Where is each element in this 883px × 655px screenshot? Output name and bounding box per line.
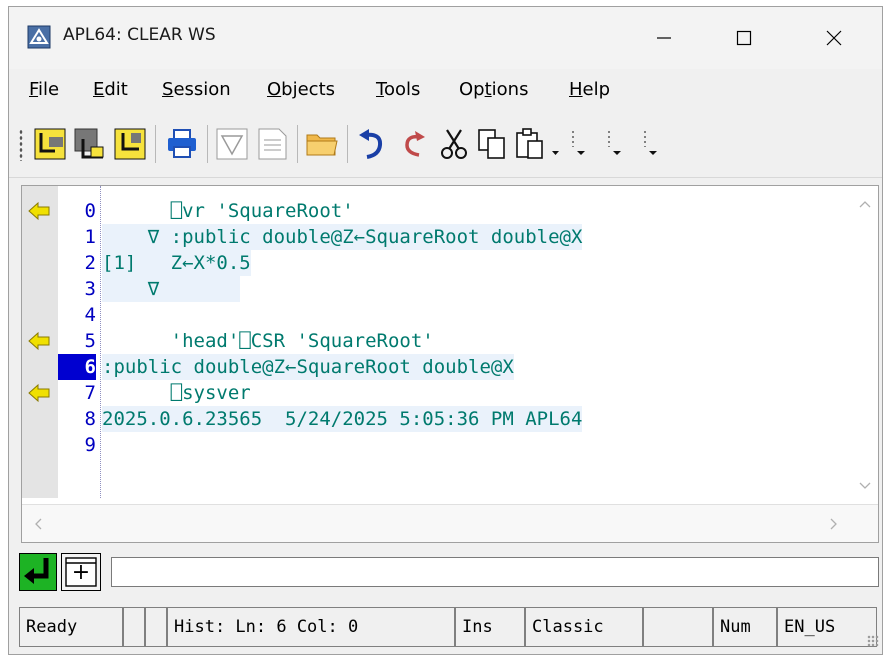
vertical-scrollbar[interactable]: [852, 186, 878, 498]
status-ready: Ready: [19, 607, 123, 647]
scroll-up-icon[interactable]: [859, 200, 871, 208]
session-line[interactable]: 8 2025.0.6.23565 5/24/2025 5:05:36 PM AP…: [22, 406, 842, 432]
session-line[interactable]: 0 ⎕vr 'SquareRoot': [22, 198, 842, 224]
horizontal-scrollbar[interactable]: [22, 504, 878, 542]
status-locale[interactable]: EN_US: [777, 607, 877, 647]
line-text[interactable]: ∇: [102, 276, 240, 302]
line-number: 5: [84, 330, 96, 352]
menu-session[interactable]: Session: [162, 79, 231, 100]
toolbar-separator: [207, 125, 208, 163]
paste-icon[interactable]: [513, 127, 547, 161]
line-text[interactable]: ∇ :public double@Z←SquareRoot double@X: [102, 224, 583, 250]
redo-icon[interactable]: [397, 127, 431, 161]
title-bar[interactable]: APL64: CLEAR WS: [9, 7, 882, 69]
menu-options[interactable]: Options: [459, 79, 528, 100]
outdent-icon[interactable]: [73, 127, 107, 161]
apl64-app-icon: [27, 25, 51, 49]
menu-objects[interactable]: Objects: [267, 79, 335, 100]
undo-icon[interactable]: [355, 127, 389, 161]
toolbar-separator: [297, 125, 298, 163]
minimize-icon: [657, 37, 671, 39]
cut-icon[interactable]: [437, 127, 471, 161]
close-button[interactable]: [799, 7, 869, 69]
dropdown-3-icon[interactable]: [601, 127, 635, 161]
bookmark-icon[interactable]: [27, 382, 53, 404]
session-line[interactable]: 2 [1] Z←X*0.5: [22, 250, 842, 276]
status-blank: [123, 607, 145, 647]
line-text[interactable]: 'head'⎕CSR 'SquareRoot': [102, 328, 434, 354]
toolbar: [9, 111, 882, 178]
app-window: APL64: CLEAR WS File Edit Session Object…: [8, 6, 883, 655]
add-button[interactable]: +: [61, 553, 101, 591]
dropdown-4-icon[interactable]: [637, 127, 671, 161]
input-bar: +: [19, 553, 881, 593]
maximize-button[interactable]: [709, 7, 779, 69]
session-line[interactable]: 5 'head'⎕CSR 'SquareRoot': [22, 328, 842, 354]
line-text[interactable]: 2025.0.6.23565 5/24/2025 5:05:36 PM APL6…: [102, 406, 583, 432]
line-number: 8: [84, 408, 96, 430]
maximize-icon: [736, 30, 752, 46]
close-icon: [826, 30, 842, 46]
menu-bar: File Edit Session Objects Tools Options …: [9, 69, 882, 109]
session-line[interactable]: 1 ∇ :public double@Z←SquareRoot double@X: [22, 224, 842, 250]
line-text[interactable]: ⎕vr 'SquareRoot': [102, 198, 354, 224]
print-icon[interactable]: [165, 127, 199, 161]
plus-label: +: [71, 560, 91, 585]
status-blank: [145, 607, 167, 647]
toolbar-separator: [347, 125, 348, 163]
status-insert-mode[interactable]: Ins: [455, 607, 525, 647]
line-number: 9: [84, 434, 96, 456]
status-keyboard-style[interactable]: Classic: [525, 607, 643, 647]
status-position: Hist: Ln: 6 Col: 0: [167, 607, 455, 647]
execute-button[interactable]: [19, 553, 57, 591]
line-text[interactable]: ⎕sysver: [102, 380, 251, 406]
step-icon[interactable]: [113, 127, 147, 161]
session-line[interactable]: 9: [22, 432, 842, 458]
minimize-button[interactable]: [629, 7, 699, 69]
indent-icon[interactable]: [33, 127, 67, 161]
menu-tools[interactable]: Tools: [376, 79, 420, 100]
bookmark-icon[interactable]: [27, 330, 53, 352]
menu-file[interactable]: File: [29, 79, 59, 100]
copy-icon[interactable]: [475, 127, 509, 161]
line-number: 3: [84, 278, 96, 300]
line-number: 7: [84, 382, 96, 404]
dropdown-2-icon[interactable]: [565, 127, 599, 161]
status-num-lock: Num: [713, 607, 777, 647]
filter-icon[interactable]: [215, 127, 249, 161]
resize-grip[interactable]: [867, 635, 879, 647]
session-line[interactable]: 4: [22, 302, 842, 328]
session-line-current[interactable]: 6 :public double@Z←SquareRoot double@X: [22, 354, 842, 380]
open-folder-icon[interactable]: [305, 127, 339, 161]
current-line-number: 6: [58, 354, 96, 380]
menu-help[interactable]: Help: [569, 79, 610, 100]
menu-edit[interactable]: Edit: [93, 79, 128, 100]
toolbar-grip[interactable]: [19, 129, 23, 161]
status-blank: [643, 607, 713, 647]
session-line[interactable]: 3 ∇: [22, 276, 842, 302]
status-bar: Ready Hist: Ln: 6 Col: 0 Ins Classic Num…: [19, 607, 881, 649]
scroll-right-icon[interactable]: [830, 518, 838, 530]
line-text[interactable]: :public double@Z←SquareRoot double@X: [102, 354, 514, 380]
bookmark-icon[interactable]: [27, 200, 53, 222]
enter-arrow-icon: [24, 558, 49, 584]
scroll-left-icon[interactable]: [34, 518, 42, 530]
line-number: 4: [84, 304, 96, 326]
toolbar-separator: [155, 125, 156, 163]
line-number: 2: [84, 252, 96, 274]
line-number: 1: [84, 226, 96, 248]
document-icon[interactable]: [255, 127, 289, 161]
line-text[interactable]: [1] Z←X*0.5: [102, 250, 251, 276]
line-number: 0: [84, 200, 96, 222]
command-input[interactable]: [111, 557, 879, 587]
window-title: APL64: CLEAR WS: [63, 25, 216, 45]
session-line[interactable]: 7 ⎕sysver: [22, 380, 842, 406]
session-editor[interactable]: 0 ⎕vr 'SquareRoot' 1 ∇ :public double@Z←…: [21, 185, 879, 543]
scroll-down-icon[interactable]: [859, 482, 871, 490]
